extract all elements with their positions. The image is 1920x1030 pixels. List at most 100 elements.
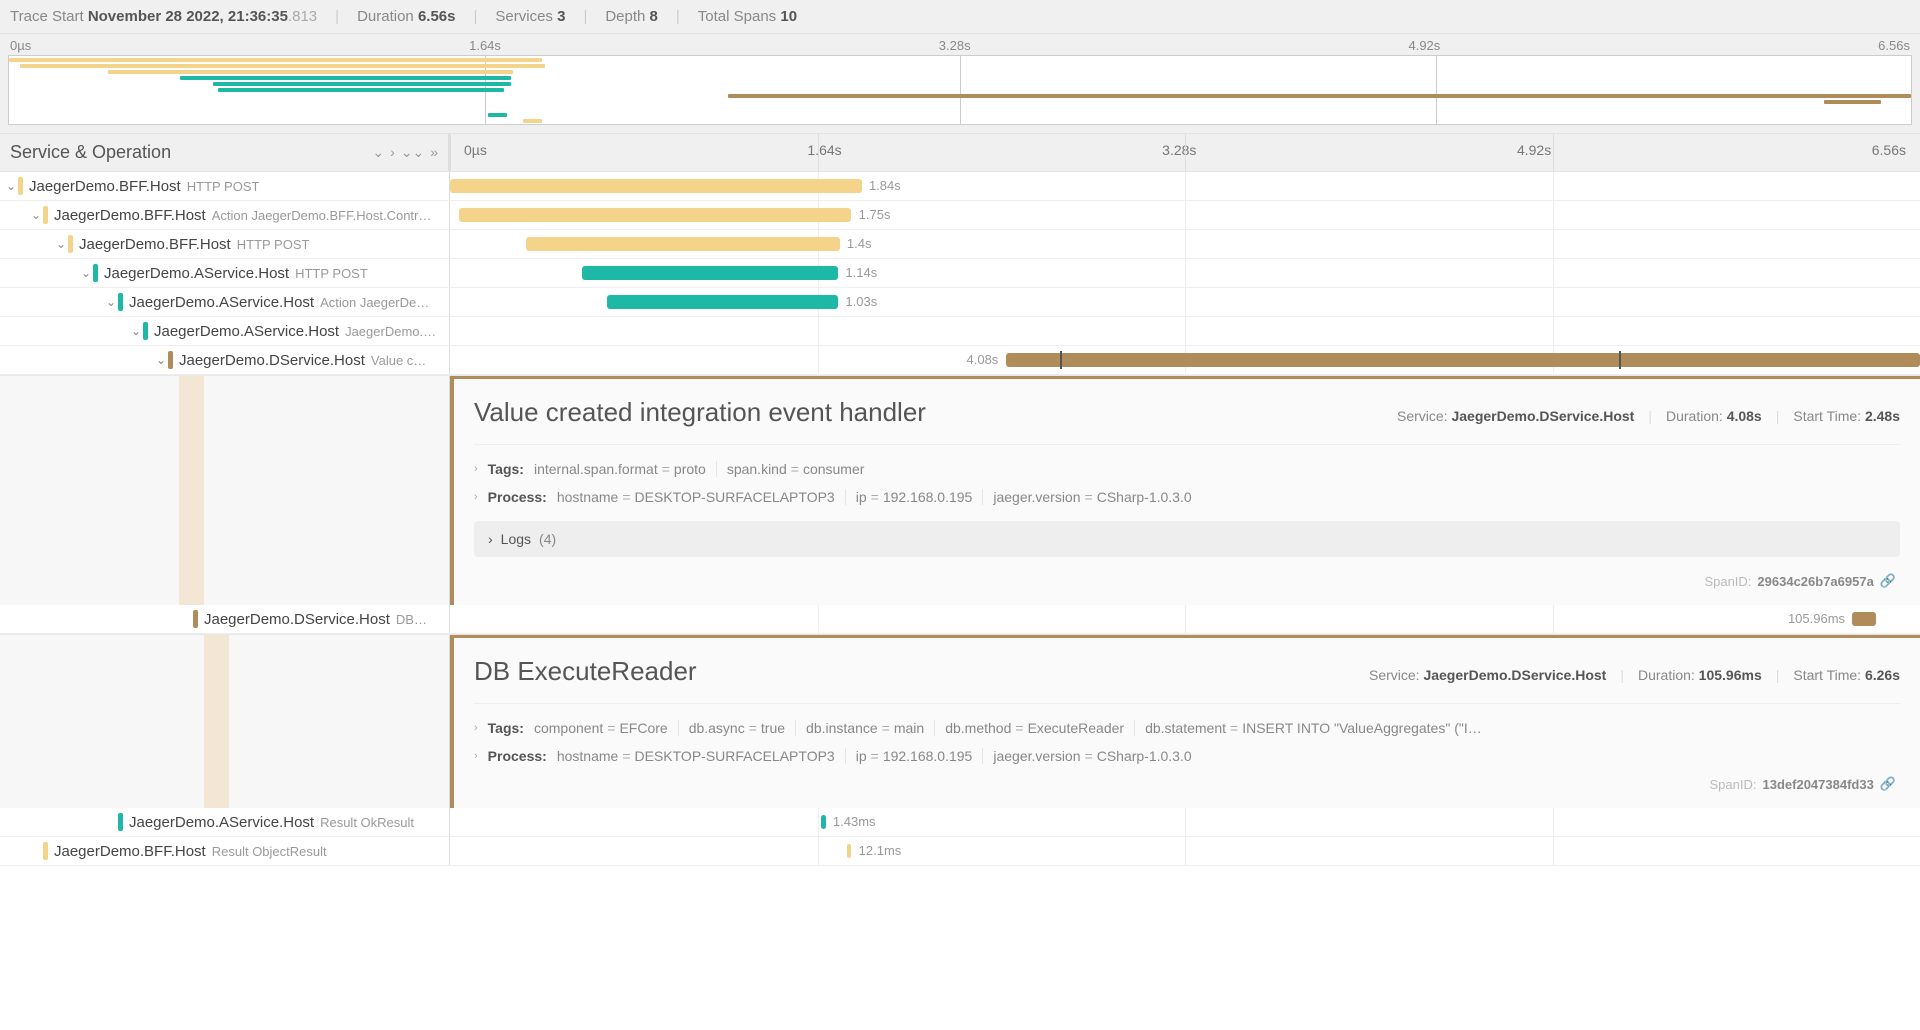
span-duration-label: 1.84s [869,178,901,193]
tag-kv: ip=192.168.0.195 [856,489,984,505]
tags-section[interactable]: › Tags: internal.span.format=protospan.k… [474,455,1900,483]
link-icon[interactable]: 🔗 [1880,573,1896,589]
span-bar-track[interactable]: 1.4s [450,230,1920,258]
double-chevron-right-icon[interactable]: » [430,144,438,161]
span-row-label[interactable]: ⌄JaegerDemo.AService.HostResult OkResult [0,808,450,836]
span-row-label[interactable]: ⌄JaegerDemo.BFF.HostHTTP POST [0,230,450,258]
span-bar-track[interactable] [450,317,1920,345]
span-bar[interactable] [1852,612,1876,626]
span-bar[interactable] [847,844,851,858]
timeline-axis: 0µs 1.64s 3.28s 4.92s 6.56s [450,134,1920,171]
service-color-bar [168,351,173,369]
span-bar-track[interactable]: 1.43ms [450,808,1920,836]
service-name: JaegerDemo.BFF.Host [54,843,206,860]
span-id: 13def2047384fd33 [1763,777,1874,792]
minimap-canvas[interactable] [8,55,1912,125]
process-section[interactable]: › Process: hostname=DESKTOP-SURFACELAPTO… [474,483,1900,511]
chevron-down-icon[interactable]: ⌄ [29,208,43,222]
span-duration-label: 1.43ms [833,814,876,829]
span-row-label[interactable]: ⌄JaegerDemo.AService.HostHTTP POST [0,259,450,287]
chevron-right-icon[interactable]: › [390,144,395,161]
span-row[interactable]: ⌄JaegerDemo.AService.HostHTTP POST1.14s [0,259,1920,288]
minimap[interactable]: 0µs 1.64s 3.28s 4.92s 6.56s [0,34,1920,133]
tick-label: 6.56s [1878,38,1910,53]
chevron-right-icon[interactable]: › [474,750,478,762]
duration-value: 6.56s [418,8,456,25]
span-bar-track[interactable]: 4.08s [450,346,1920,374]
span-bar[interactable] [1006,353,1920,367]
service-color-bar [193,610,198,628]
span-bar-track[interactable]: 12.1ms [450,837,1920,865]
span-bar[interactable] [526,237,839,251]
span-row-label[interactable]: ⌄JaegerDemo.AService.HostJaegerDemo.ASer… [0,317,450,345]
span-duration-label: 1.75s [859,207,891,222]
span-bar[interactable] [582,266,838,280]
span-row[interactable]: ⌄JaegerDemo.BFF.HostHTTP POST 1.84s [0,172,1920,201]
span-row-label[interactable]: ⌄JaegerDemo.DService.HostDB… [0,605,450,633]
chevron-down-icon[interactable]: ⌄ [372,144,384,161]
span-bar[interactable] [607,295,838,309]
trace-header: Trace Start November 28 2022, 21:36:35.8… [0,0,1920,34]
span-bar-track[interactable]: 105.96ms [450,605,1920,633]
span-bar[interactable] [450,179,862,193]
service-color-bar [43,206,48,224]
span-row-label[interactable]: ⌄JaegerDemo.AService.HostAction JaegerDe… [0,288,450,316]
span-row-label[interactable]: ⌄JaegerDemo.BFF.HostAction JaegerDemo.BF… [0,201,450,229]
span-row[interactable]: ⌄JaegerDemo.BFF.HostHTTP POST 1.4s [0,230,1920,259]
chevron-right-icon[interactable]: › [488,531,493,547]
logs-section[interactable]: › Logs (4) [474,521,1900,557]
span-row[interactable]: ⌄JaegerDemo.AService.HostResult OkResult… [0,808,1920,837]
chevron-down-icon[interactable]: ⌄ [4,179,18,193]
span-id-label: SpanID: [1710,777,1757,792]
span-row-label[interactable]: ⌄JaegerDemo.BFF.HostHTTP POST [0,172,450,200]
chevron-down-icon[interactable]: ⌄ [79,266,93,280]
service-color-bar [118,293,123,311]
service-name: JaegerDemo.AService.Host [129,814,314,831]
span-row[interactable]: ⌄JaegerDemo.AService.HostAction JaegerDe… [0,288,1920,317]
service-name: JaegerDemo.BFF.Host [54,207,206,224]
detail-service: JaegerDemo.DService.Host [1451,408,1634,424]
tags-section[interactable]: › Tags: component=EFCoredb.async=truedb.… [474,714,1900,742]
double-chevron-down-icon[interactable]: ⌄⌄ [401,144,424,161]
chevron-down-icon[interactable]: ⌄ [129,324,143,338]
span-bar-track[interactable]: 1.75s [450,201,1920,229]
detail-duration: 4.08s [1727,408,1762,424]
detail-start-time: 2.48s [1865,408,1900,424]
span-duration-label: 1.4s [847,236,872,251]
span-bar[interactable] [821,815,825,829]
chevron-down-icon[interactable]: ⌄ [54,237,68,251]
span-duration-label: 105.96ms [1788,611,1845,626]
chevron-right-icon[interactable]: › [474,491,478,503]
span-row-label[interactable]: ⌄JaegerDemo.BFF.HostResult ObjectResult [0,837,450,865]
chevron-down-icon[interactable]: ⌄ [154,353,168,367]
operation-name: HTTP POST [187,179,443,194]
span-row[interactable]: ⌄JaegerDemo.AService.HostJaegerDemo.ASer… [0,317,1920,346]
trace-start-ms: .813 [288,8,317,25]
chevron-right-icon[interactable]: › [474,463,478,475]
service-color-bar [18,177,23,195]
tag-kv: hostname=DESKTOP-SURFACELAPTOP3 [557,489,846,505]
service-color-bar [118,813,123,831]
span-row-label[interactable]: ⌄JaegerDemo.DService.HostValue c… [0,346,450,374]
chevron-down-icon[interactable]: ⌄ [104,295,118,309]
tick-label: 1.64s [807,142,841,158]
span-bar-track[interactable]: 1.14s [450,259,1920,287]
detail-duration: 105.96ms [1699,667,1762,683]
span-id-label: SpanID: [1704,574,1751,589]
service-name: JaegerDemo.DService.Host [179,352,365,369]
span-row[interactable]: ⌄JaegerDemo.BFF.HostResult ObjectResult1… [0,837,1920,866]
span-row[interactable]: ⌄JaegerDemo.BFF.HostAction JaegerDemo.BF… [0,201,1920,230]
tag-kv: db.statement=INSERT INTO "ValueAggregate… [1145,720,1492,736]
span-duration-label: 1.03s [845,294,877,309]
tick-label: 3.28s [1162,142,1196,158]
chevron-right-icon[interactable]: › [474,722,478,734]
span-bar[interactable] [459,208,851,222]
link-icon[interactable]: 🔗 [1880,776,1896,792]
span-row[interactable]: ⌄JaegerDemo.DService.HostValue c…4.08s [0,346,1920,375]
span-detail-panel: Value created integration event handler … [0,375,1920,605]
span-row[interactable]: ⌄JaegerDemo.DService.HostDB… 105.96ms [0,605,1920,634]
detail-title: DB ExecuteReader [474,656,1349,687]
span-bar-track[interactable]: 1.84s [450,172,1920,200]
span-bar-track[interactable]: 1.03s [450,288,1920,316]
process-section[interactable]: › Process: hostname=DESKTOP-SURFACELAPTO… [474,742,1900,770]
